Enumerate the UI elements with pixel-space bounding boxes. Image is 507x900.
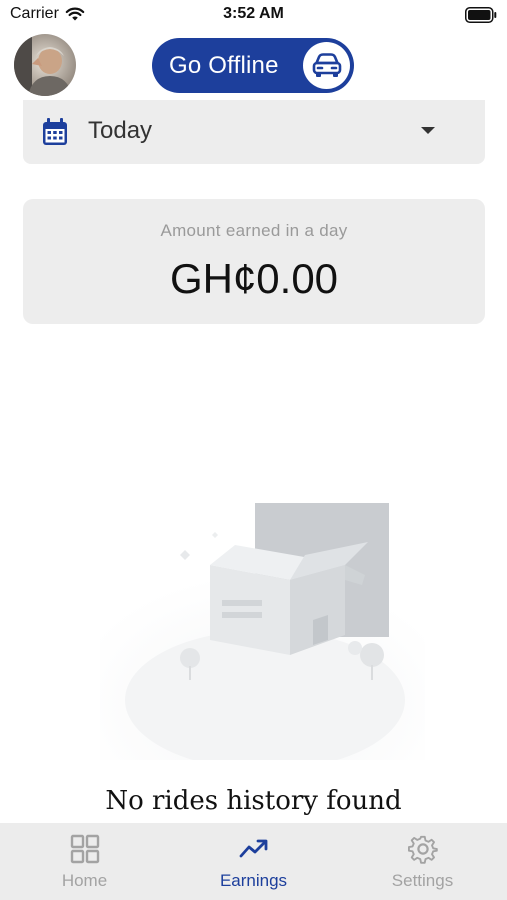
empty-box-illustration <box>100 503 425 760</box>
tab-earnings-label: Earnings <box>219 871 288 890</box>
gear-icon <box>407 835 438 864</box>
avatar[interactable] <box>14 34 76 96</box>
earnings-amount: GH¢0.00 <box>169 255 339 302</box>
tab-home-label: Home <box>61 871 108 890</box>
go-offline-label: Go Offline <box>169 51 279 79</box>
empty-state-message: No rides history found <box>105 786 402 816</box>
earnings-caption: Amount earned in a day <box>160 221 348 240</box>
battery-icon <box>465 7 497 23</box>
user-avatar-icon <box>14 34 76 96</box>
tab-home[interactable]: Home <box>0 823 169 900</box>
date-filter-dropdown[interactable]: Today <box>23 100 485 164</box>
tab-settings[interactable]: Settings <box>338 823 507 900</box>
earnings-card: Amount earned in a day GH¢0.00 <box>23 199 485 324</box>
trending-up-icon <box>239 839 267 858</box>
go-offline-toggle[interactable]: Go Offline <box>152 38 354 93</box>
tab-earnings[interactable]: Earnings <box>169 823 338 900</box>
toggle-knob <box>303 42 350 89</box>
grid-icon <box>70 834 99 864</box>
date-filter-value: Today <box>88 117 153 144</box>
app-screen: Carrier 3:52 AM Go Offline Today Amount … <box>0 0 507 900</box>
bottom-tab-bar: Home Earnings Settings <box>0 823 507 900</box>
tab-settings-label: Settings <box>391 871 454 890</box>
car-icon <box>312 52 341 77</box>
status-bar: Carrier 3:52 AM <box>0 0 507 30</box>
calendar-icon <box>43 118 67 145</box>
chevron-down-icon <box>421 127 435 134</box>
status-time: 3:52 AM <box>223 5 284 22</box>
